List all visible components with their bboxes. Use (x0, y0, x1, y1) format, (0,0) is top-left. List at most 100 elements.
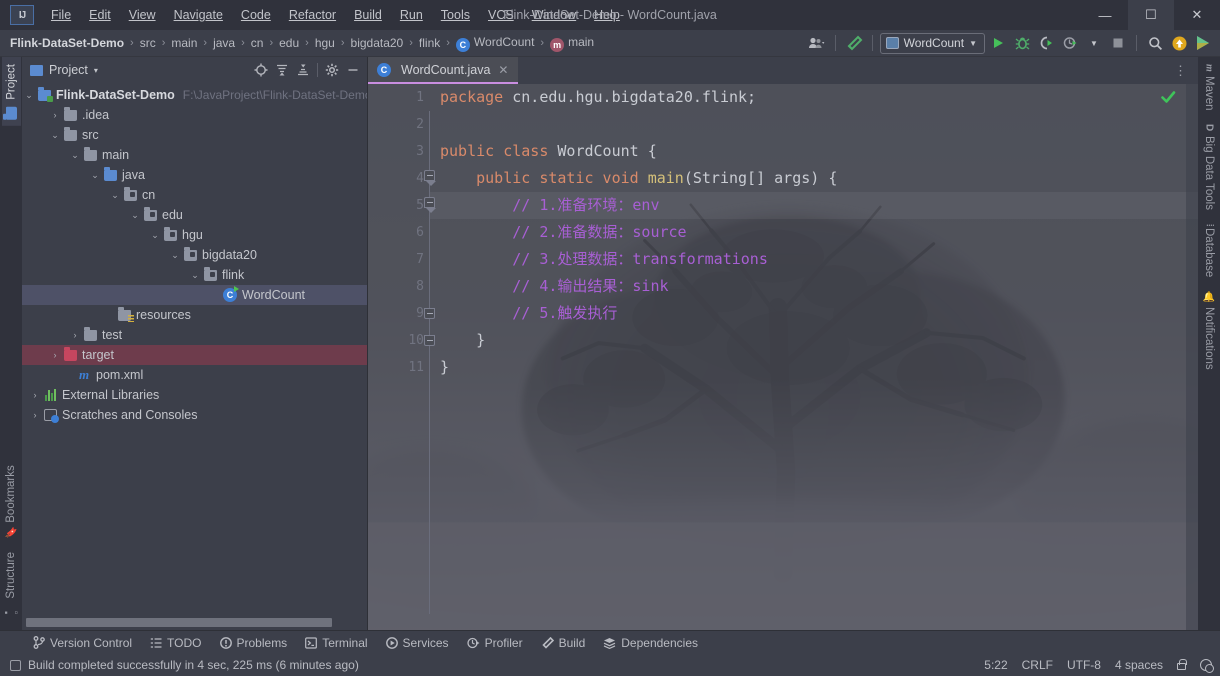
hide-panel-icon[interactable] (343, 60, 363, 80)
menu-refactor[interactable]: Refactor (280, 4, 345, 26)
breadcrumb-item-main-method[interactable]: m main (546, 33, 598, 54)
caret-position[interactable]: 5:22 (984, 658, 1007, 672)
build-hammer-icon[interactable] (843, 32, 865, 54)
read-only-lock-icon[interactable] (1177, 659, 1187, 670)
fold-collapse-icon[interactable] (424, 308, 435, 319)
run-with-coverage-icon[interactable] (1035, 32, 1057, 54)
chevron-down-icon[interactable]: ⌄ (128, 210, 142, 221)
chevron-down-icon[interactable]: ⌄ (22, 90, 36, 101)
ide-icon[interactable] (1192, 32, 1214, 54)
breadcrumb-item-hgu[interactable]: hgu (311, 34, 339, 52)
tree-row-cn[interactable]: ⌄ cn (22, 185, 367, 205)
tool-window-services[interactable]: Services (377, 633, 458, 653)
fold-collapse-icon[interactable] (424, 335, 435, 346)
menu-edit[interactable]: Edit (80, 4, 120, 26)
tree-row-edu[interactable]: ⌄ edu (22, 205, 367, 225)
breadcrumb-item-flink[interactable]: flink (415, 34, 444, 52)
tree-row-resources[interactable]: resources (22, 305, 367, 325)
tool-window-problems[interactable]: Problems (211, 633, 297, 653)
fold-collapse-icon[interactable] (424, 197, 435, 208)
update-project-icon[interactable] (1168, 32, 1190, 54)
tree-row-bigdata20[interactable]: ⌄ bigdata20 (22, 245, 367, 265)
chevron-down-icon[interactable]: ⌄ (48, 130, 62, 141)
chevron-right-icon[interactable]: › (28, 390, 42, 400)
tree-row-external-libraries[interactable]: › External Libraries (22, 385, 367, 405)
chevron-down-icon[interactable]: ⌄ (88, 170, 102, 181)
breadcrumb-item-cn[interactable]: cn (247, 34, 268, 52)
menu-view[interactable]: View (120, 4, 165, 26)
chevron-down-icon[interactable]: ⌄ (188, 270, 202, 281)
chevron-right-icon[interactable]: › (68, 330, 82, 340)
minimize-button[interactable]: — (1082, 0, 1128, 30)
sidebar-item-project[interactable]: Project (1, 57, 21, 126)
tool-window-todo[interactable]: TODO (141, 633, 210, 653)
breadcrumb-item-wordcount[interactable]: C WordCount (452, 33, 538, 54)
expand-all-icon[interactable] (272, 60, 292, 80)
menu-window[interactable]: Window (523, 4, 585, 26)
profiler-icon[interactable] (1059, 32, 1081, 54)
sidebar-item-big-data-tools[interactable]: D Big Data Tools (1200, 117, 1218, 216)
close-icon[interactable]: ✕ (498, 63, 508, 77)
breadcrumb-item-src[interactable]: src (136, 34, 160, 52)
breadcrumb-item-bigdata20[interactable]: bigdata20 (347, 34, 408, 52)
tool-window-dependencies[interactable]: Dependencies (594, 633, 707, 653)
sidebar-item-maven[interactable]: m Maven (1200, 57, 1218, 117)
tree-row-src[interactable]: ⌄ src (22, 125, 367, 145)
file-encoding[interactable]: UTF-8 (1067, 658, 1101, 672)
tree-row-idea[interactable]: › .idea (22, 105, 367, 125)
tool-window-terminal[interactable]: Terminal (296, 633, 376, 653)
tree-row-project-root[interactable]: ⌄ Flink-DataSet-Demo F:\JavaProject\Flin… (22, 85, 367, 105)
status-message-area[interactable]: Build completed successfully in 4 sec, 2… (10, 658, 359, 672)
sidebar-item-notifications[interactable]: 🔔 Notifications (1200, 284, 1218, 377)
sidebar-item-database[interactable]: ⦙⦙ Database (1200, 217, 1218, 285)
tree-row-main[interactable]: ⌄ main (22, 145, 367, 165)
editor-vertical-scrollbar[interactable] (1186, 84, 1198, 630)
tool-window-build[interactable]: Build (532, 633, 595, 653)
account-icon[interactable] (806, 32, 828, 54)
breadcrumb-item-project[interactable]: Flink-DataSet-Demo (6, 34, 128, 52)
collapse-all-icon[interactable] (293, 60, 313, 80)
line-separator[interactable]: CRLF (1022, 658, 1053, 672)
menu-navigate[interactable]: Navigate (165, 4, 232, 26)
indent-setting[interactable]: 4 spaces (1115, 658, 1163, 672)
menu-run[interactable]: Run (391, 4, 432, 26)
menu-file[interactable]: File (42, 4, 80, 26)
tree-row-test[interactable]: › test (22, 325, 367, 345)
tool-window-version-control[interactable]: Version Control (24, 633, 141, 653)
tab-wordcount-java[interactable]: C WordCount.java ✕ (368, 57, 519, 84)
tree-row-flink[interactable]: ⌄ flink (22, 265, 367, 285)
tree-row-target[interactable]: › target (22, 345, 367, 365)
project-panel-title[interactable]: Project ▾ (30, 63, 98, 77)
stop-icon[interactable] (1107, 32, 1129, 54)
ide-settings-icon[interactable] (1200, 659, 1214, 673)
menu-build[interactable]: Build (345, 4, 391, 26)
tree-row-java[interactable]: ⌄ java (22, 165, 367, 185)
tree-row-wordcount[interactable]: C WordCount (22, 285, 367, 305)
breadcrumb-item-java[interactable]: java (209, 34, 239, 52)
scrollbar-thumb[interactable] (26, 618, 332, 627)
debug-icon[interactable] (1011, 32, 1033, 54)
tree-row-pomxml[interactable]: m pom.xml (22, 365, 367, 385)
sidebar-item-bookmarks[interactable]: 🔖 Bookmarks (2, 458, 20, 546)
tree-row-scratches-and-consoles[interactable]: › Scratches and Consoles (22, 405, 367, 425)
select-opened-file-icon[interactable] (251, 60, 271, 80)
run-icon[interactable] (987, 32, 1009, 54)
tree-row-hgu[interactable]: ⌄ hgu (22, 225, 367, 245)
close-button[interactable]: ✕ (1174, 0, 1220, 30)
more-options-icon[interactable]: ⋮ (1170, 64, 1192, 77)
fold-collapse-icon[interactable] (424, 170, 435, 181)
breadcrumb-item-edu[interactable]: edu (275, 34, 303, 52)
menu-vcs[interactable]: VCS (479, 4, 523, 26)
chevron-right-icon[interactable]: › (48, 110, 62, 120)
chevron-down-icon[interactable]: ⌄ (168, 250, 182, 261)
menu-code[interactable]: Code (232, 4, 280, 26)
maximize-button[interactable]: ☐ (1128, 0, 1174, 30)
chevron-right-icon[interactable]: › (48, 350, 62, 360)
search-everywhere-icon[interactable] (1144, 32, 1166, 54)
sidebar-item-structure[interactable]: ▪▫ Structure (1, 545, 21, 630)
menu-help[interactable]: Help (585, 4, 629, 26)
tool-window-profiler[interactable]: Profiler (458, 633, 532, 653)
chevron-down-icon[interactable]: ⌄ (68, 150, 82, 161)
inspection-ok-checkmark-icon[interactable] (1161, 90, 1176, 104)
editor-gutter[interactable]: 1 2 3 4 5 6 7 8 9 10 11 (368, 84, 436, 630)
